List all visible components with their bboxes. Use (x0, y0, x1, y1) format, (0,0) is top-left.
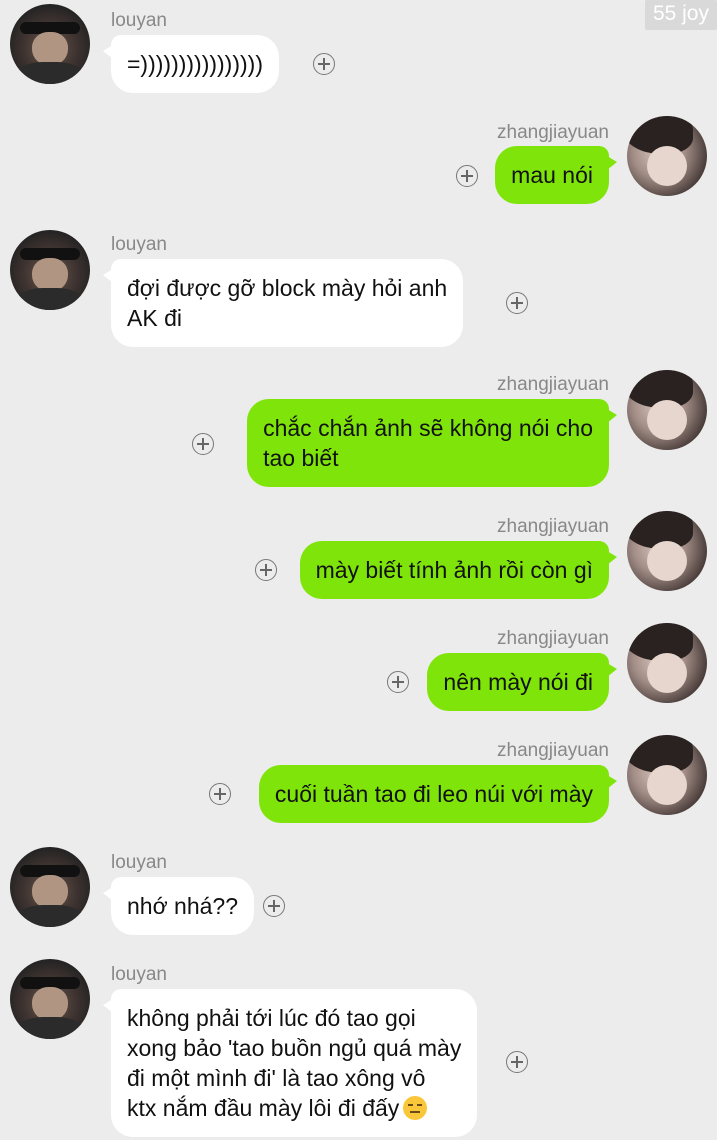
message-line: ktx nắm đầu mày lôi đi đấy (127, 1095, 400, 1121)
avatar-zhangjiayuan[interactable] (627, 623, 707, 703)
message-bubble[interactable]: nên mày nói đi (427, 653, 617, 711)
message-line: đợi được gỡ block mày hỏi anh (127, 275, 448, 301)
message-bubble[interactable]: không phải tới lúc đó tao gọi xong bảo '… (102, 989, 478, 1137)
sender-name: zhangjiayuan (497, 122, 609, 143)
message-bubble[interactable]: =)))))))))))))))) (103, 35, 279, 93)
message-bubble[interactable]: nhớ nhá?? (102, 877, 255, 935)
message-outgoing: zhangjiayuan cuối tuần tao đi leo núi vớ… (0, 734, 717, 834)
avatar-louyan[interactable] (10, 4, 90, 84)
message-outgoing: zhangjiayuan mày biết tính ảnh rồi còn g… (0, 510, 717, 610)
sender-name: zhangjiayuan (497, 740, 609, 761)
add-reaction-icon[interactable] (313, 53, 335, 75)
avatar-louyan[interactable] (10, 959, 90, 1039)
avatar-zhangjiayuan[interactable] (627, 735, 707, 815)
avatar-louyan[interactable] (10, 230, 90, 310)
message-incoming: louyan không phải tới lúc đó tao gọi xon… (0, 958, 717, 1138)
message-line: chắc chắn ảnh sẽ không nói cho (263, 415, 593, 441)
sender-name: louyan (111, 964, 167, 985)
add-reaction-icon[interactable] (255, 559, 277, 581)
add-reaction-icon[interactable] (209, 783, 231, 805)
add-reaction-icon[interactable] (387, 671, 409, 693)
sender-name: louyan (111, 10, 167, 31)
sender-name: zhangjiayuan (497, 628, 609, 649)
sender-name: zhangjiayuan (497, 374, 609, 395)
message-outgoing: zhangjiayuan mau nói (0, 114, 717, 214)
message-line: AK đi (127, 305, 182, 331)
avatar-zhangjiayuan[interactable] (627, 511, 707, 591)
message-line: không phải tới lúc đó tao gọi (127, 1005, 416, 1031)
sender-name: zhangjiayuan (497, 516, 609, 537)
add-reaction-icon[interactable] (192, 433, 214, 455)
message-outgoing: zhangjiayuan nên mày nói đi (0, 622, 717, 722)
avatar-louyan[interactable] (10, 847, 90, 927)
add-reaction-icon[interactable] (456, 165, 478, 187)
add-reaction-icon[interactable] (506, 1051, 528, 1073)
sender-name: louyan (111, 852, 167, 873)
message-line: xong bảo 'tao buồn ngủ quá mày (127, 1035, 462, 1061)
message-incoming: louyan nhớ nhá?? (0, 846, 717, 946)
add-reaction-icon[interactable] (506, 292, 528, 314)
message-bubble[interactable]: cuối tuần tao đi leo núi với mày (258, 765, 618, 823)
sender-name: louyan (111, 234, 167, 255)
message-incoming: louyan =)))))))))))))))) (0, 4, 717, 104)
message-line: đi một mình đi' là tao xông vô (127, 1065, 426, 1091)
message-bubble[interactable]: mau nói (495, 146, 617, 204)
message-outgoing: zhangjiayuan chắc chắn ảnh sẽ không nói … (0, 368, 717, 498)
message-bubble[interactable]: chắc chắn ảnh sẽ không nói cho tao biết (247, 399, 617, 487)
add-reaction-icon[interactable] (263, 895, 285, 917)
avatar-zhangjiayuan[interactable] (627, 116, 707, 196)
message-bubble[interactable]: mày biết tính ảnh rồi còn gì (299, 541, 618, 599)
avatar-zhangjiayuan[interactable] (627, 370, 707, 450)
message-bubble[interactable]: đợi được gỡ block mày hỏi anh AK đi (102, 259, 464, 347)
expressionless-face-icon (403, 1096, 428, 1120)
message-incoming: louyan đợi được gỡ block mày hỏi anh AK … (0, 226, 717, 356)
message-line: tao biết (263, 445, 339, 471)
